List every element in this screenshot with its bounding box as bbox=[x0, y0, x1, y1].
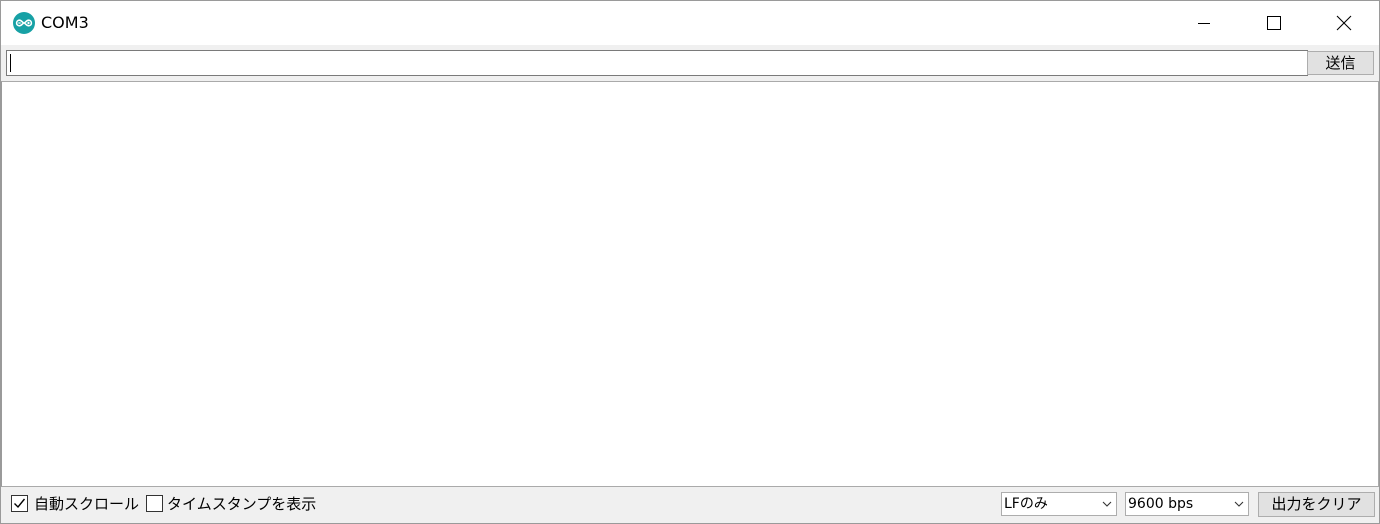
window-title: COM3 bbox=[41, 13, 89, 32]
check-icon bbox=[14, 498, 26, 509]
clear-output-button[interactable]: 出力をクリア bbox=[1258, 492, 1375, 517]
send-input[interactable] bbox=[6, 50, 1308, 76]
minimize-icon bbox=[1198, 23, 1210, 24]
autoscroll-checkbox[interactable] bbox=[11, 495, 28, 512]
baud-rate-select[interactable]: 9600 bps bbox=[1125, 492, 1249, 516]
send-button[interactable]: 送信 bbox=[1307, 51, 1374, 75]
serial-output-area[interactable] bbox=[1, 81, 1379, 487]
text-caret bbox=[10, 54, 11, 72]
chevron-down-icon bbox=[1102, 501, 1112, 507]
arduino-icon bbox=[13, 12, 35, 34]
close-icon bbox=[1336, 15, 1352, 31]
chevron-down-icon bbox=[1234, 501, 1244, 507]
maximize-button[interactable] bbox=[1239, 1, 1309, 45]
close-button[interactable] bbox=[1309, 1, 1379, 45]
timestamp-checkbox[interactable] bbox=[146, 495, 163, 512]
bottom-bar: 自動スクロール タイムスタンプを表示 LFのみ 9600 bps 出力をクリア bbox=[1, 487, 1379, 523]
send-row: 送信 bbox=[1, 45, 1379, 81]
timestamp-label[interactable]: タイムスタンプを表示 bbox=[167, 495, 316, 513]
maximize-icon bbox=[1267, 16, 1281, 30]
autoscroll-label[interactable]: 自動スクロール bbox=[34, 495, 139, 513]
serial-monitor-window: COM3 送信 自動スクロール タイムスタンプを表示 LFのみ 9600 bps… bbox=[0, 0, 1380, 524]
line-ending-select[interactable]: LFのみ bbox=[1001, 492, 1117, 516]
baud-rate-value: 9600 bps bbox=[1128, 496, 1194, 512]
minimize-button[interactable] bbox=[1169, 1, 1239, 45]
line-ending-value: LFのみ bbox=[1004, 496, 1048, 512]
title-bar[interactable]: COM3 bbox=[1, 1, 1379, 45]
